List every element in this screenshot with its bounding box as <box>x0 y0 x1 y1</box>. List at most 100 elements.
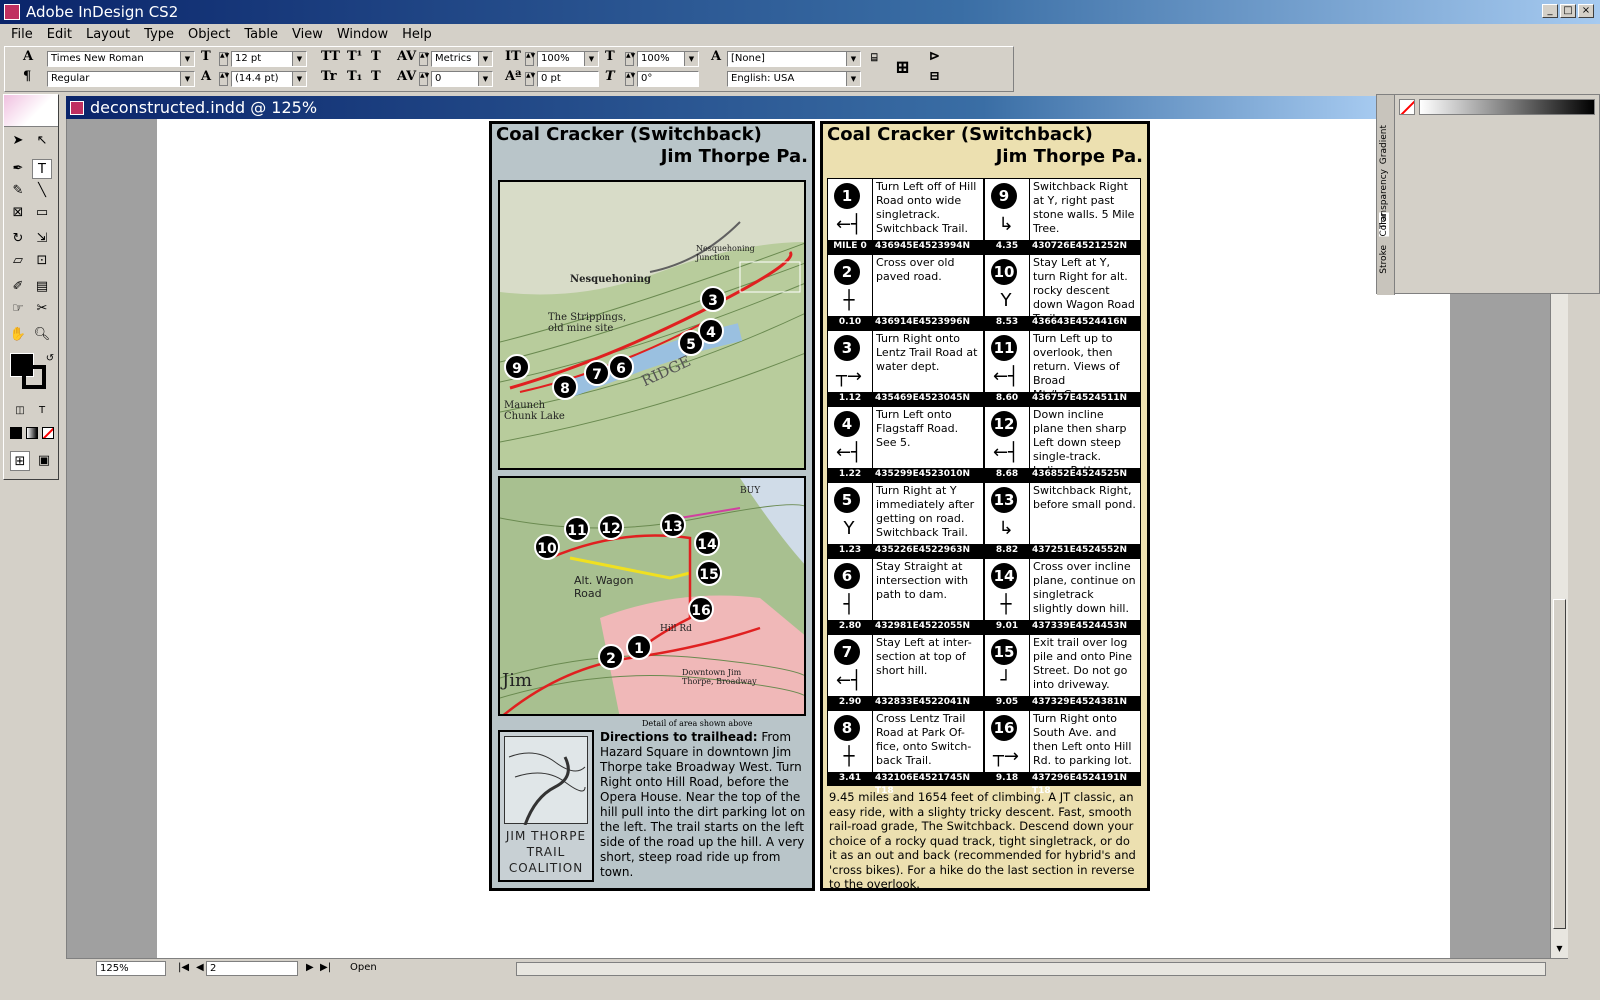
close-button[interactable]: × <box>1578 4 1594 18</box>
horizontal-scale-field[interactable]: 100% ▼ <box>637 51 699 67</box>
cue-cell-8[interactable]: 8 ┼ Cross Lentz Trail Road at Park Of-fice… <box>827 710 984 796</box>
small-caps-icon[interactable]: Tr <box>321 69 337 84</box>
menu-help[interactable]: Help <box>395 27 439 42</box>
cue-cell-10[interactable]: 10 Y Stay Left at Y, turn Right for alt. r… <box>984 254 1141 340</box>
character-mode-icon[interactable]: A <box>23 49 33 64</box>
chevron-down-icon[interactable]: ▼ <box>684 52 698 66</box>
cue-cell-3[interactable]: 3 ┬→ Turn Right onto Lentz Trail Road at w… <box>827 330 984 416</box>
selection-tool-icon[interactable]: ➤ <box>8 131 28 151</box>
kerning-field[interactable]: Metrics ▼ <box>431 51 493 67</box>
apply-color-icon[interactable] <box>10 427 22 439</box>
ride-summary[interactable]: 9.45 miles and 1654 feet of climbing. A … <box>829 790 1141 892</box>
cue-cell-6[interactable]: 6 ┤ Stay Straight at intersection with pat… <box>827 558 984 644</box>
leading-stepper[interactable]: ▲▼ <box>219 72 229 86</box>
tracking-field[interactable]: 0 ▼ <box>431 71 493 87</box>
minimize-button[interactable]: _ <box>1542 4 1558 18</box>
menu-table[interactable]: Table <box>237 27 285 42</box>
preview-view-icon[interactable]: ▣ <box>34 451 54 471</box>
vertical-scroll-thumb[interactable] <box>1553 599 1566 929</box>
cue-cell-11[interactable]: 11 ←┤ Turn Left up to overlook, then retur… <box>984 330 1141 416</box>
chevron-down-icon[interactable]: ▼ <box>180 72 194 86</box>
menu-layout[interactable]: Layout <box>79 27 137 42</box>
cue-cell-13[interactable]: 13 ↳ Switchback Right, before small pond. 8… <box>984 482 1141 568</box>
quick-apply-icon[interactable]: ⌸ <box>871 51 878 65</box>
left-panel[interactable]: Coal Cracker (Switchback) Jim Thorpe Pa.… <box>489 121 815 891</box>
first-page-icon[interactable]: |◀ <box>178 962 189 973</box>
button-tool-icon[interactable]: ☞ <box>8 299 28 319</box>
all-caps-icon[interactable]: TT <box>321 49 340 64</box>
cue-cell-4[interactable]: 4 ←┤ Turn Left onto Flagstaff Road. See 5.… <box>827 406 984 492</box>
chevron-down-icon[interactable]: ▼ <box>292 72 306 86</box>
skew-stepper[interactable]: ▲▼ <box>625 72 635 86</box>
horizontal-scale-stepper[interactable]: ▲▼ <box>625 52 635 66</box>
free-transform-tool-icon[interactable]: ⊡ <box>32 251 52 271</box>
pen-tool-icon[interactable]: ✒ <box>8 159 28 179</box>
type-tool-icon[interactable]: T <box>32 159 52 179</box>
formatting-text-icon[interactable]: T <box>32 401 52 421</box>
tracking-stepper[interactable]: ▲▼ <box>419 72 429 86</box>
cue-cell-9[interactable]: 9 ↳ Switchback Right at Y, right past ston… <box>984 178 1141 264</box>
skew-field[interactable]: 0° <box>637 71 699 87</box>
chevron-down-icon[interactable]: ▼ <box>292 52 306 66</box>
cue-cell-1[interactable]: 1 ←┤ Turn Left off of Hill Road onto wide … <box>827 178 984 264</box>
direct-selection-tool-icon[interactable]: ↖ <box>32 131 52 151</box>
line-tool-icon[interactable]: ╲ <box>32 181 52 201</box>
cue-cell-16[interactable]: 16 ┬→ Turn Right onto South Ave. and then … <box>984 710 1141 796</box>
font-size-field[interactable]: 12 pt ▼ <box>231 51 307 67</box>
eyedropper-tool-icon[interactable]: ✐ <box>8 277 28 297</box>
subscript-icon[interactable]: T₁ <box>347 69 362 84</box>
shear-tool-icon[interactable]: ▱ <box>8 251 28 271</box>
chevron-down-icon[interactable]: ▼ <box>846 52 860 66</box>
tools-panel-header[interactable] <box>4 95 58 127</box>
font-style-field[interactable]: Regular ▼ <box>47 71 195 87</box>
vertical-scale-field[interactable]: 100% ▼ <box>537 51 599 67</box>
panel-menu-icon[interactable]: ⊳ <box>929 49 940 64</box>
cue-cell-2[interactable]: 2 ┼ Cross over old paved road. 0.10 436914E4… <box>827 254 984 340</box>
formatting-container-icon[interactable]: ◫ <box>10 401 30 421</box>
menu-view[interactable]: View <box>285 27 330 42</box>
page-spread[interactable]: Coal Cracker (Switchback) Jim Thorpe Pa.… <box>489 121 1150 891</box>
rectangle-frame-tool-icon[interactable]: ⊠ <box>8 203 28 223</box>
cue-cell-5[interactable]: 5 Y Turn Right at Y immediately after gett… <box>827 482 984 568</box>
previous-page-icon[interactable]: ◀ <box>196 962 204 973</box>
chevron-down-icon[interactable]: ▼ <box>478 72 492 86</box>
rectangle-tool-icon[interactable]: ▭ <box>32 203 52 223</box>
chevron-down-icon[interactable]: ▼ <box>478 52 492 66</box>
cue-cell-15[interactable]: 15 ┘ Exit trail over log pile and onto Pin… <box>984 634 1141 720</box>
none-color-swatch[interactable] <box>1399 99 1415 115</box>
apply-gradient-icon[interactable] <box>26 427 38 439</box>
rotate-tool-icon[interactable]: ↻ <box>8 229 28 249</box>
normal-view-icon[interactable]: ⊞ <box>10 451 30 471</box>
character-style-field[interactable]: [None] ▼ <box>727 51 861 67</box>
cue-cell-14[interactable]: 14 ┼ Cross over incline plane, continue on… <box>984 558 1141 644</box>
tab-stroke[interactable]: Stroke <box>1379 245 1389 274</box>
last-page-icon[interactable]: ▶| <box>320 962 331 973</box>
language-field[interactable]: English: USA ▼ <box>727 71 861 87</box>
strikethrough-icon[interactable]: T <box>371 69 381 84</box>
gradient-tool-icon[interactable]: ▤ <box>32 277 52 297</box>
page-number-field[interactable]: 2 <box>206 961 298 976</box>
scale-tool-icon[interactable]: ⇲ <box>32 229 52 249</box>
leading-field[interactable]: (14.4 pt) ▼ <box>231 71 307 87</box>
superscript-icon[interactable]: T¹ <box>347 49 362 64</box>
chevron-down-icon[interactable]: ▼ <box>584 52 598 66</box>
hand-tool-icon[interactable]: ✋ <box>8 325 28 345</box>
horizontal-scrollbar[interactable] <box>516 962 1546 976</box>
menu-file[interactable]: File <box>4 27 40 42</box>
font-family-field[interactable]: Times New Roman ▼ <box>47 51 195 67</box>
vertical-scale-stepper[interactable]: ▲▼ <box>525 52 535 66</box>
right-panel[interactable]: Coal Cracker (Switchback) Jim Thorpe Pa.… <box>820 121 1150 891</box>
trailhead-directions[interactable]: Directions to trailhead: From Hazard Squ… <box>600 730 812 880</box>
underline-icon[interactable]: T <box>371 49 381 64</box>
paragraph-panel-icon[interactable]: ⊟ <box>929 69 940 84</box>
menu-object[interactable]: Object <box>181 27 237 42</box>
tab-transparency[interactable]: Transparency <box>1379 169 1389 229</box>
menu-window[interactable]: Window <box>330 27 395 42</box>
cue-cell-7[interactable]: 7 ←┤ Stay Left at inter-section at top of … <box>827 634 984 720</box>
cue-cell-12[interactable]: 12 ←┤ Down incline plane then sharp Left d… <box>984 406 1141 492</box>
swap-fill-stroke-icon[interactable]: ↺ <box>40 349 60 369</box>
scissors-tool-icon[interactable]: ✂ <box>32 299 52 319</box>
zoom-field[interactable]: 125% <box>96 961 166 976</box>
font-size-stepper[interactable]: ▲▼ <box>219 52 229 66</box>
menu-edit[interactable]: Edit <box>40 27 79 42</box>
